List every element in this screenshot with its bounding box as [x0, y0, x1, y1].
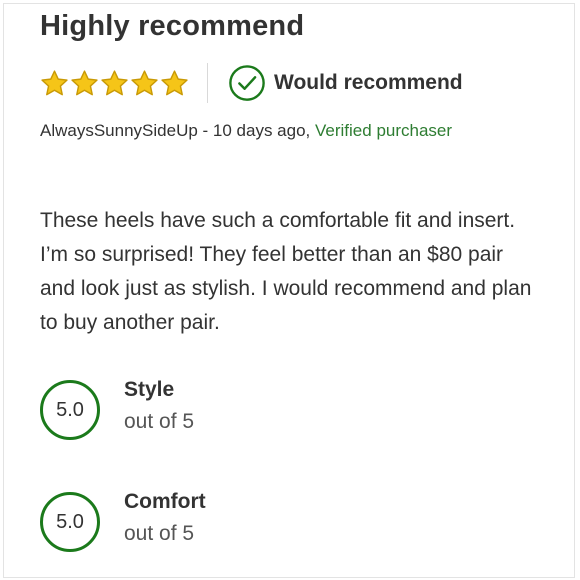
attribute-scale: out of 5 [124, 522, 195, 545]
attribute-comfort: 5.0 Comfort out of 5 [40, 488, 206, 552]
attribute-style: 5.0 Style out of 5 [40, 376, 194, 440]
star-icon [130, 69, 159, 98]
score-circle: 5.0 [40, 492, 100, 552]
star-icon [100, 69, 129, 98]
star-icon [40, 69, 69, 98]
check-circle-icon [228, 64, 266, 102]
star-icon [160, 69, 189, 98]
attribute-name: Style [124, 378, 175, 401]
attribute-name: Comfort [124, 490, 206, 513]
star-rating [40, 69, 189, 98]
attribute-scale: out of 5 [124, 410, 195, 433]
would-recommend-label: Would recommend [274, 71, 463, 94]
meta-separator: - [197, 121, 213, 140]
review-date: 10 days ago, [212, 121, 311, 140]
review-card: Highly recommend Would recommend AlwaysS… [3, 3, 575, 578]
star-icon [70, 69, 99, 98]
review-title: Highly recommend [40, 10, 305, 42]
review-body: These heels have such a comfortable fit … [40, 209, 532, 334]
score-circle: 5.0 [40, 380, 100, 440]
review-author: AlwaysSunnySideUp [40, 121, 198, 140]
would-recommend: Would recommend [228, 64, 463, 102]
rating-divider [207, 63, 208, 103]
verified-purchaser-badge: Verified purchaser [315, 121, 453, 140]
rating-row: Would recommend [40, 62, 463, 104]
review-meta: AlwaysSunnySideUp - 10 days ago, Verifie… [40, 117, 510, 145]
